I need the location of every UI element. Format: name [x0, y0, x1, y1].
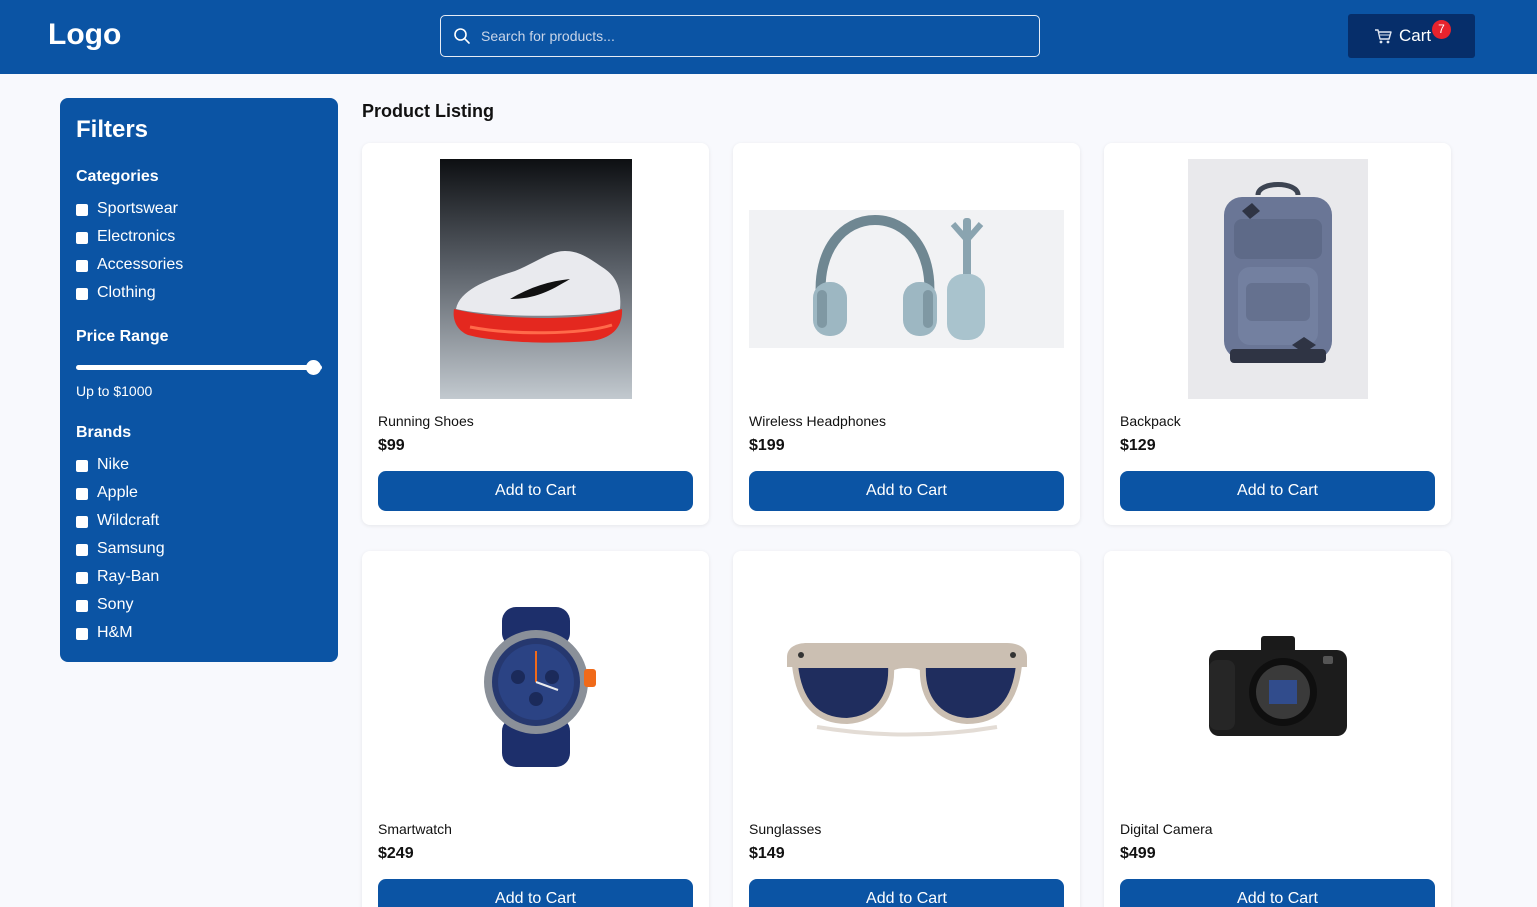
- running-shoe-image: [439, 159, 632, 399]
- add-to-cart-button[interactable]: Add to Cart: [378, 471, 693, 511]
- page-title: Product Listing: [362, 101, 494, 121]
- product-name[interactable]: Backpack: [1120, 413, 1181, 429]
- cart-count-badge: 7: [1432, 20, 1451, 39]
- filters-title: Filters: [76, 116, 149, 143]
- brand-label: Ray-Ban: [97, 568, 160, 585]
- top-header: Logo Cart 7: [0, 0, 1537, 74]
- checkbox[interactable]: [76, 260, 88, 272]
- product-card: Sunglasses $149 Add to Cart: [733, 551, 1080, 907]
- brand-label: Nike: [97, 456, 130, 473]
- cart-icon: [1375, 29, 1392, 44]
- product-card: Running Shoes $99 Add to Cart: [362, 143, 709, 525]
- search-icon: [454, 28, 470, 44]
- brands-title: Brands: [76, 424, 132, 441]
- camera-image: [1208, 636, 1347, 736]
- brand-label: Samsung: [97, 540, 165, 557]
- checkbox[interactable]: [76, 232, 88, 244]
- category-checkbox-sportswear[interactable]: Sportswear: [76, 199, 178, 219]
- checkbox[interactable]: [76, 488, 88, 500]
- price-range-title: Price Range: [76, 328, 169, 345]
- categories-title: Categories: [76, 168, 159, 185]
- checkbox[interactable]: [76, 628, 88, 640]
- product-price: $99: [378, 437, 405, 454]
- product-card: Backpack $129 Add to Cart: [1104, 143, 1451, 525]
- product-image[interactable]: [1120, 159, 1435, 399]
- add-to-cart-button[interactable]: Add to Cart: [1120, 471, 1435, 511]
- checkbox[interactable]: [76, 288, 88, 300]
- product-name[interactable]: Smartwatch: [378, 821, 452, 837]
- filters-sidebar: Filters Categories Sportswear Electronic…: [60, 98, 338, 662]
- brand-checkbox-samsung[interactable]: Samsung: [76, 539, 165, 559]
- add-to-cart-button[interactable]: Add to Cart: [1120, 879, 1435, 907]
- product-card: Wireless Headphones $199 Add to Cart: [733, 143, 1080, 525]
- price-range-thumb[interactable]: [306, 360, 321, 375]
- product-image[interactable]: [749, 159, 1064, 399]
- checkbox[interactable]: [76, 516, 88, 528]
- brand-checkbox-rayban[interactable]: Ray-Ban: [76, 567, 159, 587]
- brand-label: Sony: [97, 596, 134, 613]
- category-checkbox-clothing[interactable]: Clothing: [76, 283, 156, 303]
- brand-checkbox-sony[interactable]: Sony: [76, 595, 133, 615]
- logo[interactable]: Logo: [48, 18, 121, 52]
- product-image[interactable]: [378, 567, 693, 807]
- brand-checkbox-apple[interactable]: Apple: [76, 483, 138, 503]
- product-name[interactable]: Digital Camera: [1120, 821, 1213, 837]
- checkbox[interactable]: [76, 600, 88, 612]
- headphones-image: [749, 210, 1064, 348]
- product-name[interactable]: Wireless Headphones: [749, 413, 886, 429]
- product-name[interactable]: Running Shoes: [378, 413, 474, 429]
- checkbox[interactable]: [76, 460, 88, 472]
- brand-checkbox-wildcraft[interactable]: Wildcraft: [76, 511, 159, 531]
- product-image[interactable]: [378, 159, 693, 399]
- add-to-cart-button[interactable]: Add to Cart: [749, 471, 1064, 511]
- brand-label: H&M: [97, 624, 133, 641]
- price-range-slider[interactable]: [76, 365, 322, 370]
- product-image[interactable]: [749, 567, 1064, 807]
- product-price: $129: [1120, 437, 1156, 454]
- brand-checkbox-nike[interactable]: Nike: [76, 455, 129, 475]
- search-input[interactable]: [481, 24, 1021, 48]
- category-label: Clothing: [97, 284, 156, 301]
- product-image[interactable]: [1120, 567, 1435, 807]
- product-price: $199: [749, 437, 785, 454]
- product-card: Smartwatch $249 Add to Cart: [362, 551, 709, 907]
- product-card: Digital Camera $499 Add to Cart: [1104, 551, 1451, 907]
- brand-checkbox-hm[interactable]: H&M: [76, 623, 133, 643]
- add-to-cart-button[interactable]: Add to Cart: [749, 879, 1064, 907]
- category-label: Accessories: [97, 256, 184, 273]
- product-name[interactable]: Sunglasses: [749, 821, 821, 837]
- product-price: $499: [1120, 845, 1156, 862]
- cart-button[interactable]: Cart 7: [1348, 14, 1475, 58]
- checkbox[interactable]: [76, 572, 88, 584]
- checkbox[interactable]: [76, 544, 88, 556]
- brand-label: Apple: [97, 484, 138, 501]
- category-checkbox-accessories[interactable]: Accessories: [76, 255, 183, 275]
- category-label: Sportswear: [97, 200, 178, 217]
- sunglasses-image: [786, 643, 1027, 737]
- checkbox[interactable]: [76, 204, 88, 216]
- category-label: Electronics: [97, 228, 176, 245]
- cart-label: Cart: [1399, 26, 1432, 45]
- product-price: $249: [378, 845, 414, 862]
- backpack-image: [1187, 159, 1368, 399]
- product-price: $149: [749, 845, 785, 862]
- price-range-label: Up to $1000: [76, 383, 153, 399]
- add-to-cart-button[interactable]: Add to Cart: [378, 879, 693, 907]
- search-bar[interactable]: [440, 15, 1040, 57]
- smartwatch-image: [483, 607, 596, 767]
- brand-label: Wildcraft: [97, 512, 160, 529]
- category-checkbox-electronics[interactable]: Electronics: [76, 227, 175, 247]
